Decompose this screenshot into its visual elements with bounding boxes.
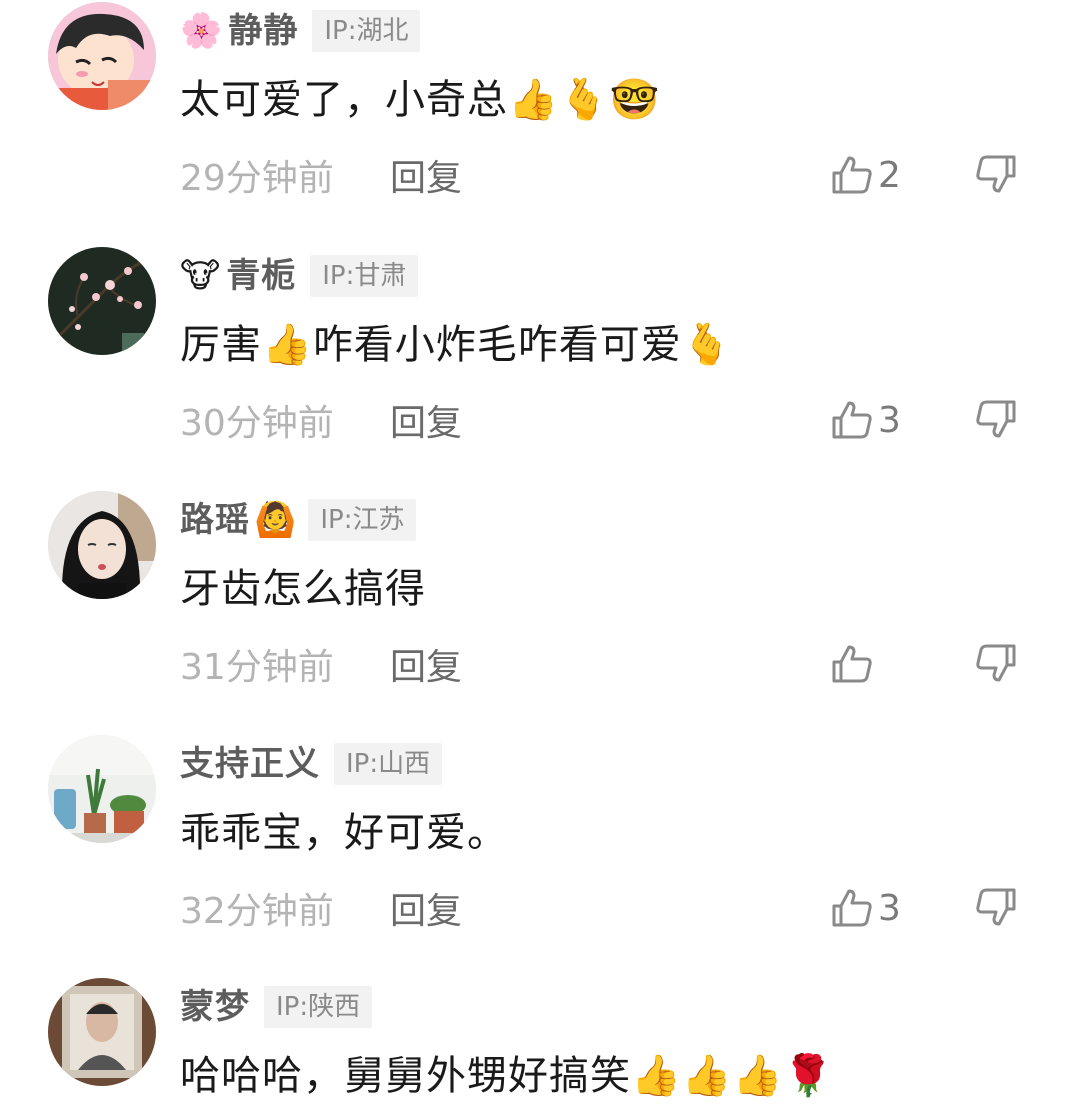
comment-emojis: 🫰 <box>681 322 733 368</box>
person-gesturing-ok-emoji-icon: 🙆 <box>254 500 297 540</box>
comment-item: 支持正义 IP:山西 乖乖宝，好可爱。 32分钟前 回复 3 <box>0 733 1080 977</box>
dislike-button[interactable] <box>974 641 1020 687</box>
thumbs-up-icon <box>832 889 872 927</box>
ip-location-badge: IP:湖北 <box>312 10 421 52</box>
name-row: 支持正义 IP:山西 <box>180 741 443 787</box>
dislike-button[interactable] <box>974 397 1020 443</box>
thumbs-down-icon <box>976 644 1016 682</box>
avatar[interactable] <box>48 978 156 1086</box>
comment-text-body: 哈哈哈，舅舅外甥好搞笑 <box>180 1053 631 1099</box>
ip-location-badge: IP:江苏 <box>308 499 417 541</box>
comment-text[interactable]: 哈哈哈，舅舅外甥好搞笑👍👍👍🌹 <box>180 1048 834 1104</box>
cherry-blossom-emoji-icon: 🌸 <box>180 11 223 51</box>
comment-item: 🌸 静静 IP:湖北 太可爱了，小奇总👍🫰🤓 29分钟前 回复 2 <box>0 0 1080 244</box>
ip-location-badge: IP:陕西 <box>264 986 373 1028</box>
name-row: 🐮 青栀 IP:甘肃 <box>180 253 419 299</box>
ip-location-badge: IP:甘肃 <box>310 255 419 297</box>
comment-text-body: 厉害 <box>180 322 262 368</box>
avatar[interactable] <box>48 247 156 355</box>
username[interactable]: 路瑶 <box>180 497 250 543</box>
comment-meta: 32分钟前 回复 <box>180 883 462 933</box>
comment-text[interactable]: 太可爱了，小奇总👍🫰🤓 <box>180 72 660 128</box>
timestamp: 30分钟前 <box>180 403 334 444</box>
avatar-plum-blossom-image <box>48 247 156 355</box>
comment-text[interactable]: 厉害👍咋看小炸毛咋看可爱🫰 <box>180 317 733 373</box>
comment-meta: 31分钟前 回复 <box>180 639 462 689</box>
like-count: 2 <box>878 154 901 196</box>
avatar[interactable] <box>48 2 156 110</box>
timestamp: 32分钟前 <box>180 891 334 932</box>
name-row: 蒙梦 IP:陕西 <box>180 984 373 1030</box>
comment-text-body: 乖乖宝，好可爱。 <box>180 810 508 856</box>
like-button[interactable]: 3 <box>830 395 904 445</box>
comment-meta: 30分钟前 回复 <box>180 395 462 445</box>
thumbs-up-icon <box>832 401 872 439</box>
thumbs-down-icon <box>976 155 1016 193</box>
comment-item: 蒙梦 IP:陕西 哈哈哈，舅舅外甥好搞笑👍👍👍🌹 <box>0 976 1080 1120</box>
username[interactable]: 青栀 <box>226 253 296 299</box>
thumbs-up-icon <box>832 645 872 683</box>
comment-text-body: 牙齿怎么搞得 <box>180 566 426 612</box>
like-count: 3 <box>878 399 901 441</box>
comment-emojis: 👍👍👍🌹 <box>631 1053 835 1099</box>
avatar-framed-portrait-image <box>48 978 156 1086</box>
comment-text-body: 太可爱了，小奇总 <box>180 77 508 123</box>
reply-button[interactable]: 回复 <box>390 149 462 201</box>
reply-button[interactable]: 回复 <box>390 394 462 446</box>
comment-item: 🐮 青栀 IP:甘肃 厉害👍咋看小炸毛咋看可爱🫰 30分钟前 回复 3 <box>0 245 1080 489</box>
username[interactable]: 静静 <box>228 8 298 54</box>
thumbs-up-emoji-icon: 👍 <box>262 322 313 368</box>
like-button[interactable]: 3 <box>830 883 904 933</box>
username[interactable]: 蒙梦 <box>180 984 250 1030</box>
username[interactable]: 支持正义 <box>180 741 320 787</box>
dislike-button[interactable] <box>974 885 1020 931</box>
comment-text-body-continued: 咋看小炸毛咋看可爱 <box>312 322 682 368</box>
like-count: 3 <box>878 887 901 929</box>
comment-item: 路瑶 🙆 IP:江苏 牙齿怎么搞得 31分钟前 回复 <box>0 489 1080 733</box>
ip-location-badge: IP:山西 <box>334 743 443 785</box>
like-button[interactable] <box>830 639 904 689</box>
avatar-cartoon-girl-image <box>48 2 156 110</box>
cow-face-emoji-icon: 🐮 <box>180 256 221 296</box>
name-row: 🌸 静静 IP:湖北 <box>180 8 421 54</box>
avatar-potted-plants-image <box>48 735 156 843</box>
comment-text[interactable]: 牙齿怎么搞得 <box>180 561 426 617</box>
thumbs-down-icon <box>976 888 1016 926</box>
avatar[interactable] <box>48 491 156 599</box>
dislike-button[interactable] <box>974 152 1020 198</box>
avatar-selfie-photo-image <box>48 491 156 599</box>
comment-list: 🌸 静静 IP:湖北 太可爱了，小奇总👍🫰🤓 29分钟前 回复 2 🐮 青栀 I… <box>0 0 1080 1120</box>
timestamp: 29分钟前 <box>180 158 334 199</box>
comment-meta: 29分钟前 回复 <box>180 150 462 200</box>
like-button[interactable]: 2 <box>830 150 904 200</box>
thumbs-down-icon <box>976 400 1016 438</box>
timestamp: 31分钟前 <box>180 647 334 688</box>
thumbs-up-icon <box>832 156 872 194</box>
comment-text[interactable]: 乖乖宝，好可爱。 <box>180 805 508 861</box>
avatar[interactable] <box>48 735 156 843</box>
reply-button[interactable]: 回复 <box>390 882 462 934</box>
name-row: 路瑶 🙆 IP:江苏 <box>180 497 417 543</box>
reply-button[interactable]: 回复 <box>390 638 462 690</box>
comment-emojis: 👍🫰🤓 <box>508 77 661 123</box>
